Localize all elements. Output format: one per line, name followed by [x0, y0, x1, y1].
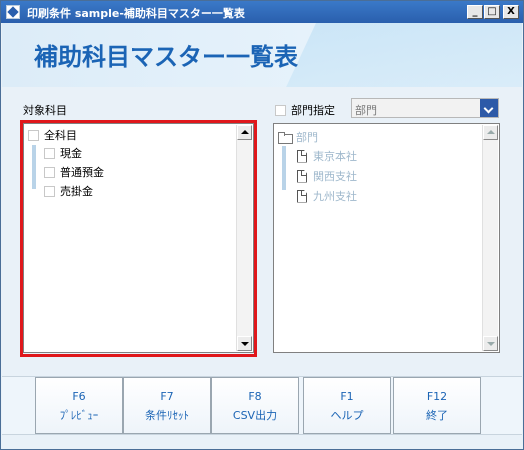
- function-key-bar: F6 ﾌﾟﾚﾋﾞｭｰ F7 条件ﾘｾｯﾄ F8 CSV出力 F1 ヘルプ F12…: [2, 376, 522, 434]
- preview-button[interactable]: F6 ﾌﾟﾚﾋﾞｭｰ: [35, 377, 123, 434]
- department-tree[interactable]: 部門 東京本社 関西支社 九州支社: [273, 123, 500, 353]
- target-subject-label: 対象科目: [23, 104, 67, 117]
- scroll-down-button[interactable]: [483, 336, 498, 351]
- maximize-button[interactable]: □: [484, 5, 500, 19]
- function-key-name: F7: [160, 390, 174, 403]
- function-key-label: CSV出力: [232, 409, 278, 422]
- title-bar[interactable]: 印刷条件 sample-補助科目マスター一覧表 _ □ X: [1, 1, 523, 23]
- document-icon: [297, 169, 307, 183]
- page-title: 補助科目マスター一覧表: [34, 43, 298, 71]
- department-select-value: 部門: [355, 104, 377, 117]
- tree-node-department[interactable]: 東京本社: [297, 148, 357, 164]
- department-tree-scrollbar[interactable]: [482, 125, 498, 351]
- department-filter-checkbox[interactable]: [275, 104, 286, 116]
- function-key-name: F12: [426, 390, 448, 403]
- department-select[interactable]: 部門: [351, 98, 499, 118]
- function-key-label: ヘルプ: [330, 409, 364, 422]
- tree-node-department[interactable]: 九州支社: [297, 188, 357, 204]
- reset-conditions-button[interactable]: F7 条件ﾘｾｯﾄ: [123, 377, 211, 434]
- function-key-label: 終了: [426, 409, 448, 422]
- folder-icon: [278, 131, 293, 144]
- minimize-button[interactable]: _: [467, 5, 483, 19]
- department-filter-label: 部門指定: [291, 104, 335, 117]
- print-settings-window: 印刷条件 sample-補助科目マスター一覧表 _ □ X 補助科目マスター一覧…: [0, 0, 524, 450]
- department-filter-toggle[interactable]: 部門指定: [275, 102, 335, 118]
- tree-node-department[interactable]: 関西支社: [297, 168, 357, 184]
- function-key-name: F8: [248, 390, 262, 403]
- chevron-down-icon[interactable]: [480, 99, 498, 117]
- csv-export-button[interactable]: F8 CSV出力: [211, 377, 299, 434]
- app-icon: [6, 5, 20, 19]
- document-icon: [297, 149, 307, 163]
- document-icon: [297, 189, 307, 203]
- status-bar: [2, 434, 522, 449]
- function-key-label: 条件ﾘｾｯﾄ: [145, 409, 189, 422]
- function-key-label: ﾌﾟﾚﾋﾞｭｰ: [59, 409, 99, 422]
- header-decoration: [269, 23, 522, 87]
- exit-button[interactable]: F12 終了: [393, 377, 481, 434]
- selection-highlight-frame: [20, 120, 257, 357]
- function-key-name: F6: [72, 390, 86, 403]
- tree-indent-bar: [282, 146, 286, 190]
- window-title: 印刷条件 sample-補助科目マスター一覧表: [27, 7, 245, 20]
- function-key-name: F1: [340, 390, 354, 403]
- header-banner: 補助科目マスター一覧表: [2, 23, 522, 87]
- tree-node-label: 九州支社: [313, 190, 357, 203]
- tree-node-departments[interactable]: 部門: [278, 129, 318, 145]
- tree-node-label: 部門: [296, 131, 318, 144]
- tree-node-label: 東京本社: [313, 150, 357, 163]
- close-button[interactable]: X: [503, 5, 519, 19]
- scroll-up-button[interactable]: [483, 125, 498, 140]
- tree-node-label: 関西支社: [313, 170, 357, 183]
- help-button[interactable]: F1 ヘルプ: [303, 377, 391, 434]
